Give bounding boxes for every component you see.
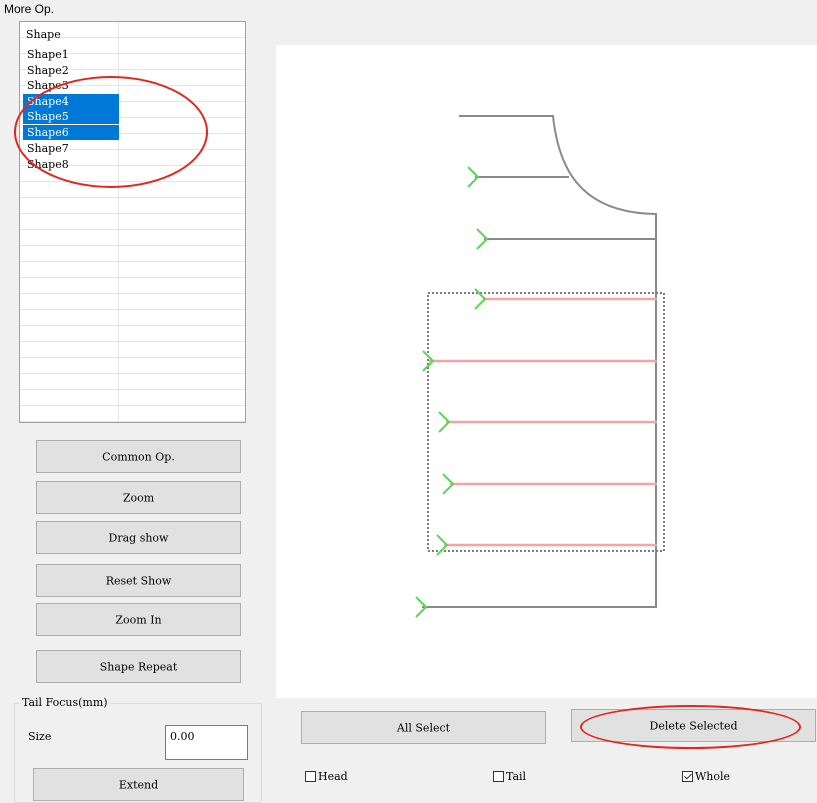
- shape-drawing: [415, 115, 665, 618]
- list-header: Shape: [26, 28, 61, 41]
- shape-canvas[interactable]: [276, 45, 817, 698]
- size-label: Size: [28, 730, 52, 743]
- tail-focus-label: Tail Focus(mm): [20, 696, 110, 709]
- list-item-shape2[interactable]: Shape2: [23, 63, 119, 78]
- tail-checkbox-label: Tail: [506, 770, 527, 783]
- delete-selected-button[interactable]: Delete Selected: [571, 709, 816, 742]
- head-checkbox[interactable]: Head: [305, 770, 348, 783]
- whole-checkbox-label: Whole: [695, 770, 731, 783]
- list-item-shape1[interactable]: Shape1: [23, 47, 119, 62]
- list-item-shape4[interactable]: Shape4: [23, 94, 119, 109]
- size-input[interactable]: 0.00: [165, 725, 248, 760]
- reset-show-button[interactable]: Reset Show: [36, 564, 241, 597]
- shape-list[interactable]: Shape Shape1 Shape2 Shape3 Shape4 Shape5…: [19, 21, 246, 423]
- head-checkbox-label: Head: [318, 770, 348, 783]
- head-checkbox-box[interactable]: [305, 771, 316, 782]
- tail-checkbox-box[interactable]: [493, 771, 504, 782]
- common-op-button[interactable]: Common Op.: [36, 440, 241, 473]
- list-item-shape5[interactable]: Shape5: [23, 109, 119, 124]
- window-title: More Op.: [4, 2, 55, 16]
- extend-button[interactable]: Extend: [33, 768, 244, 801]
- list-item-shape6[interactable]: Shape6: [23, 125, 119, 140]
- whole-checkbox[interactable]: Whole: [682, 770, 730, 783]
- drag-show-button[interactable]: Drag show: [36, 521, 241, 554]
- list-item-shape3[interactable]: Shape3: [23, 78, 119, 93]
- all-select-button[interactable]: All Select: [301, 711, 546, 744]
- zoom-button[interactable]: Zoom: [36, 481, 241, 514]
- tail-checkbox[interactable]: Tail: [493, 770, 526, 783]
- list-item-shape7[interactable]: Shape7: [23, 141, 119, 156]
- list-item-shape8[interactable]: Shape8: [23, 157, 119, 172]
- whole-checkbox-box[interactable]: [682, 771, 693, 782]
- zoom-in-button[interactable]: Zoom In: [36, 603, 241, 636]
- shape-repeat-button[interactable]: Shape Repeat: [36, 650, 241, 683]
